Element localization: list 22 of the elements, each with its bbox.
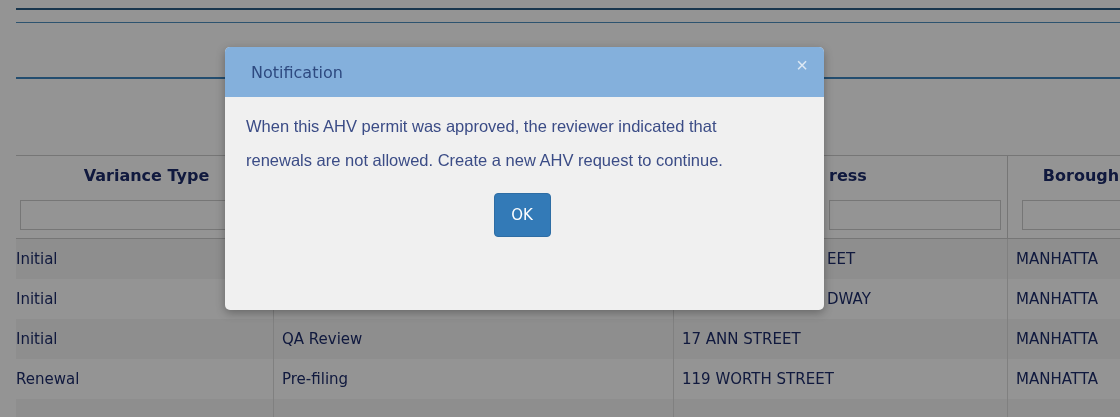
table-cell: QA Review	[282, 330, 363, 348]
column-header: Variance Type	[83, 166, 210, 187]
table-cell: MANHATTA	[1016, 290, 1098, 308]
table-cell: MANHATTA	[1016, 370, 1098, 388]
table-cell: Initial	[16, 250, 58, 268]
table-cell: EET	[827, 250, 856, 268]
table-cell: DWAY	[827, 290, 871, 308]
table-cell: Pre-filing	[282, 370, 349, 388]
table-cell: 17 ANN STREET	[682, 330, 801, 348]
column-header: Borough	[1042, 166, 1120, 187]
filter-field[interactable]	[1022, 200, 1120, 230]
dialog-title: Notification	[251, 62, 343, 82]
filter-field[interactable]	[829, 200, 1001, 230]
dialog-message: When this AHV permit was approved, the reviewer indicated that renewals are not allowed. Create a new AHV request to continue.	[246, 116, 724, 171]
column-header: ress	[829, 166, 867, 187]
table-cell: 119 WORTH STREET	[682, 370, 834, 388]
ok-button[interactable]: OK	[493, 193, 551, 237]
table-cell: Renewal	[16, 370, 80, 388]
table-cell: MANHATTA	[1016, 250, 1098, 268]
table-cell: Initial	[16, 290, 58, 308]
table-cell: Initial	[16, 330, 58, 348]
table-cell: MANHATTA	[1016, 330, 1098, 348]
